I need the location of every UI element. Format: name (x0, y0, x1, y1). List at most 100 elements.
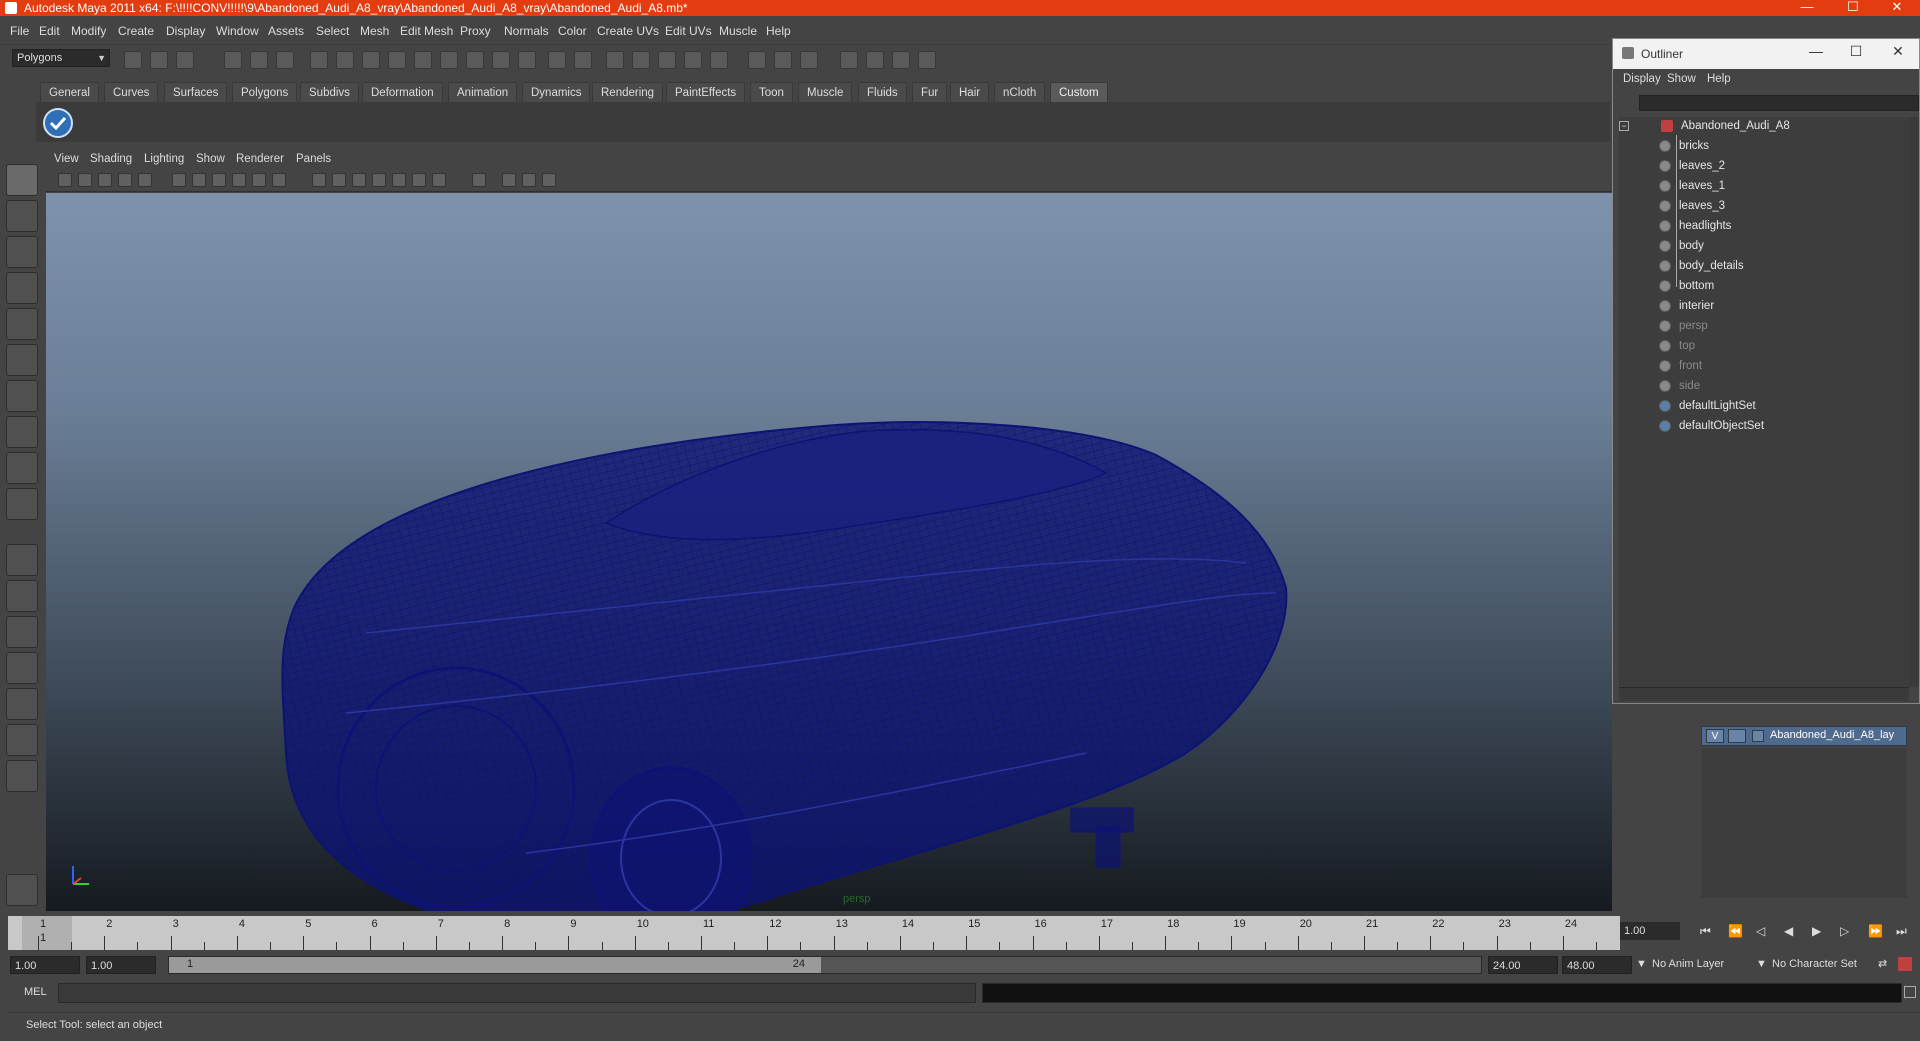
select-component-icon[interactable] (276, 51, 294, 69)
snap-curve-icon[interactable] (362, 51, 380, 69)
outliner-item-side[interactable]: side (1619, 377, 1909, 395)
menu-edit-uvs[interactable]: Edit UVs (665, 24, 712, 38)
panel-menu-renderer[interactable]: Renderer (236, 153, 284, 165)
lasso-tool-icon[interactable] (6, 200, 38, 232)
menu-edit[interactable]: Edit (39, 24, 60, 38)
move-tool-icon[interactable] (6, 308, 38, 340)
tab-painteffects[interactable]: PaintEffects (666, 82, 746, 102)
select-object-icon[interactable] (250, 51, 268, 69)
tab-ncloth[interactable]: nCloth (994, 82, 1046, 102)
last-tool-icon[interactable] (6, 452, 38, 484)
tab-toon[interactable]: Toon (750, 82, 793, 102)
script-editor-icon[interactable] (1904, 986, 1916, 998)
outliner-item-leaves-1[interactable]: leaves_1 (1619, 177, 1909, 195)
xray-icon[interactable] (502, 173, 516, 187)
outliner-item-bottom[interactable]: bottom (1619, 277, 1909, 295)
wireframe-icon[interactable] (312, 173, 326, 187)
hypershade-layout-icon[interactable] (6, 688, 38, 720)
play-backwards-icon[interactable]: ◀ (1784, 924, 1793, 938)
layer-playback-toggle[interactable] (1728, 729, 1746, 743)
menu-display[interactable]: Display (166, 24, 205, 38)
outliner-menu-help[interactable]: Help (1707, 73, 1731, 85)
rotate-tool-icon[interactable] (6, 344, 38, 376)
range-slider[interactable]: 1 24 (168, 956, 1482, 974)
mel-label[interactable]: MEL (24, 986, 47, 998)
playback-end-field[interactable]: 24.00 (1488, 956, 1558, 974)
character-set-dropdown-icon[interactable]: ▼ (1756, 958, 1767, 970)
outliner-persp-layout-icon[interactable] (6, 616, 38, 648)
current-frame-field[interactable]: 1.00 (1620, 922, 1680, 940)
outliner-item-default-light-set[interactable]: defaultLightSet (1619, 397, 1909, 415)
menu-select[interactable]: Select (316, 24, 349, 38)
tab-fluids[interactable]: Fluids (858, 82, 907, 102)
panel-menu-view[interactable]: View (54, 153, 79, 165)
range-slider-handle[interactable]: 1 24 (169, 957, 821, 973)
go-to-start-icon[interactable]: ⏮ (1700, 924, 1711, 939)
maximize-button[interactable]: ☐ (1830, 0, 1876, 16)
more-layouts-icon[interactable] (6, 760, 38, 792)
graph-layout-icon[interactable] (6, 652, 38, 684)
outliner-item-bricks[interactable]: bricks (1619, 137, 1909, 155)
outliner-menu-show[interactable]: Show (1667, 73, 1696, 85)
menu-proxy[interactable]: Proxy (460, 24, 491, 38)
use-all-lights-icon[interactable] (392, 173, 406, 187)
film-gate-icon[interactable] (172, 173, 186, 187)
outliner-item-leaves-3[interactable]: leaves_3 (1619, 197, 1909, 215)
current-time-marker[interactable]: 1 (22, 916, 72, 950)
tab-curves[interactable]: Curves (104, 82, 159, 102)
snap-grid-icon[interactable] (336, 51, 354, 69)
tab-muscle[interactable]: Muscle (798, 82, 853, 102)
menu-file[interactable]: File (10, 24, 29, 38)
safe-title-icon[interactable] (272, 173, 286, 187)
step-forward-frame-icon[interactable]: ⏩ (1868, 924, 1883, 938)
save-scene-icon[interactable] (176, 51, 194, 69)
menu-create[interactable]: Create (118, 24, 154, 38)
outliner-vertical-scrollbar[interactable] (1909, 117, 1919, 687)
attribute-editor-icon[interactable] (774, 51, 792, 69)
command-input[interactable] (58, 983, 976, 1003)
anim-layer-dropdown-icon[interactable]: ▼ (1636, 958, 1647, 970)
layer-color-swatch[interactable] (1752, 730, 1764, 742)
play-forwards-icon[interactable]: ▶ (1812, 924, 1821, 938)
render-icon[interactable] (606, 51, 624, 69)
quick-layout-icon[interactable] (6, 874, 38, 906)
lock-icon[interactable] (548, 51, 566, 69)
tab-animation[interactable]: Animation (448, 82, 518, 102)
animation-end-field[interactable]: 48.00 (1562, 956, 1632, 974)
preferences-icon[interactable] (1898, 957, 1912, 971)
empty-tool-slot[interactable] (6, 488, 38, 520)
menu-edit-mesh[interactable]: Edit Mesh (400, 24, 453, 38)
snap-surface-icon[interactable] (466, 51, 484, 69)
snap-point-icon[interactable] (388, 51, 406, 69)
new-scene-icon[interactable] (124, 51, 142, 69)
render-view-icon[interactable] (710, 51, 728, 69)
sculpt-tool-icon[interactable] (6, 272, 38, 304)
layout-two-icon[interactable] (866, 51, 884, 69)
tab-dynamics[interactable]: Dynamics (522, 82, 591, 102)
tab-deformation[interactable]: Deformation (362, 82, 443, 102)
step-forward-key-icon[interactable]: ▷ (1840, 924, 1849, 938)
menu-help[interactable]: Help (766, 24, 791, 38)
wireframe-on-shaded-icon[interactable] (352, 173, 366, 187)
tab-fur[interactable]: Fur (912, 82, 948, 102)
menu-window[interactable]: Window (216, 24, 259, 38)
shelf-menu-handle[interactable] (12, 80, 36, 142)
auto-key-icon[interactable]: ⇄ (1878, 957, 1887, 970)
panel-menu-panels[interactable]: Panels (296, 153, 331, 165)
menu-mesh[interactable]: Mesh (360, 24, 389, 38)
outliner-item-persp[interactable]: persp (1619, 317, 1909, 335)
ipr-render-icon[interactable] (632, 51, 650, 69)
time-slider[interactable]: 1 1 2 3 4 5 6 7 8 9 10 11 12 13 14 15 16 17 18 19 20 21 22 23 2… (8, 916, 1620, 950)
menu-modify[interactable]: Modify (71, 24, 106, 38)
menu-create-uvs[interactable]: Create UVs (597, 24, 659, 38)
menu-assets[interactable]: Assets (268, 24, 304, 38)
hypershade-icon[interactable] (684, 51, 702, 69)
channel-box-icon[interactable] (748, 51, 766, 69)
render-layout-icon[interactable] (6, 724, 38, 756)
outliner-item-interier[interactable]: interier (1619, 297, 1909, 315)
select-tool-icon[interactable] (6, 164, 38, 196)
layout-icon[interactable] (840, 51, 858, 69)
outliner-item-default-object-set[interactable]: defaultObjectSet (1619, 417, 1909, 435)
playback-start-field[interactable]: 1.00 (86, 956, 156, 974)
image-plane-icon[interactable] (118, 173, 132, 187)
